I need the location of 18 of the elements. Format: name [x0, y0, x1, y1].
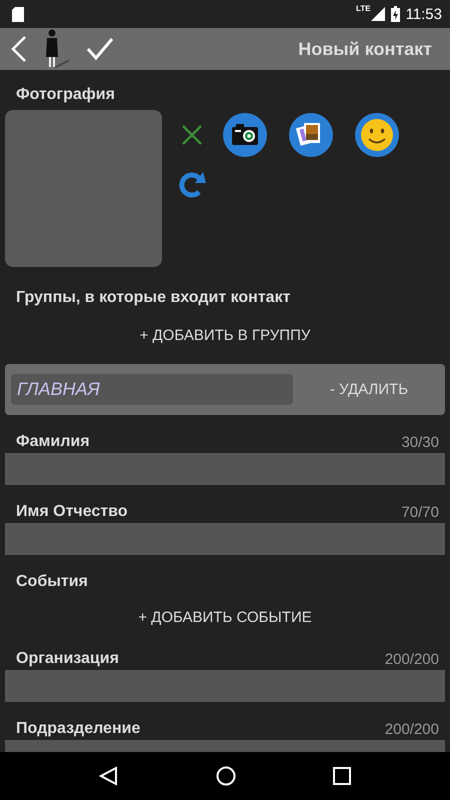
field-label: Имя Отчество — [16, 503, 128, 521]
network-label: LTE — [356, 4, 371, 13]
character-counter: 30/30 — [401, 434, 439, 451]
field-label: Организация — [16, 650, 119, 668]
remove-button[interactable]: - УДАЛИТЬ — [299, 380, 439, 399]
field-label: Подразделение — [16, 720, 140, 738]
add-event-button[interactable]: + ДОБАВИТЬ СОБЫТИЕ — [130, 605, 320, 630]
character-counter: 70/70 — [401, 504, 439, 521]
section-label: События — [16, 573, 88, 591]
character-counter: 200/200 — [384, 721, 439, 738]
add-group-button[interactable]: + ДОБАВИТЬ В ГРУППУ — [132, 323, 318, 348]
screen-title: Новый контакт — [297, 38, 433, 60]
clock: 11:53 — [406, 6, 442, 22]
field-label: Фамилия — [16, 433, 90, 451]
section-label: Группы, в которые входит контакт — [16, 289, 290, 306]
character-counter: 200/200 — [384, 651, 439, 668]
group-name-field[interactable]: ГЛАВНАЯ — [11, 374, 293, 405]
section-label: Фотография — [16, 86, 115, 103]
